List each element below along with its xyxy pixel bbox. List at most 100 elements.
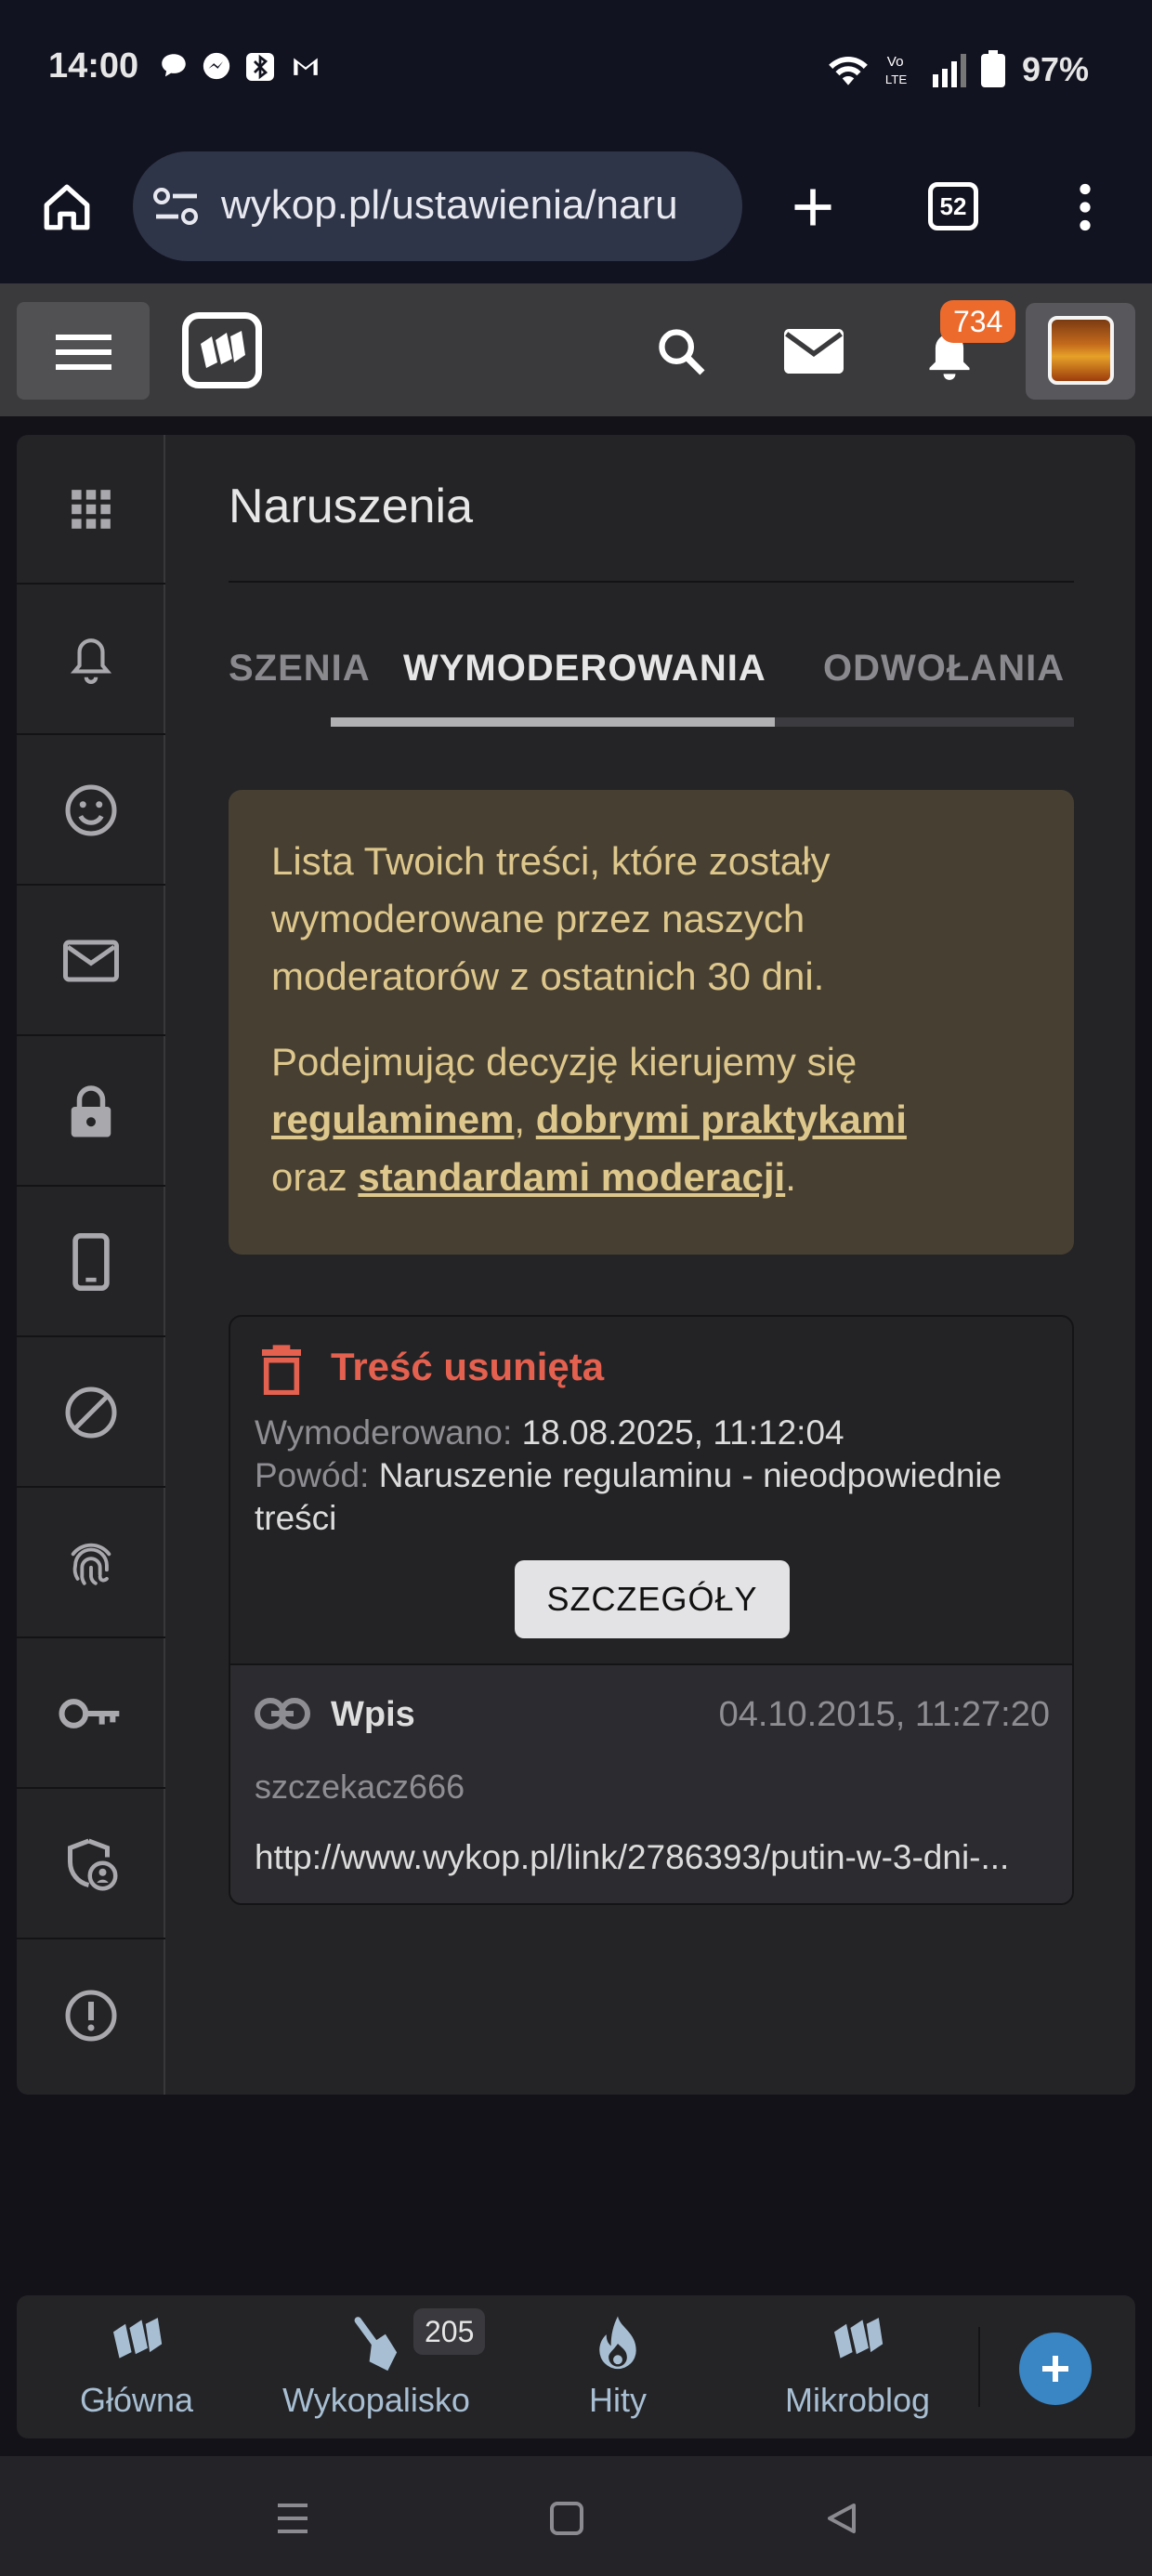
sidebar-item-password[interactable]	[17, 1037, 165, 1187]
battery-percent: 97%	[1022, 50, 1090, 88]
sidebar-item-general[interactable]	[17, 435, 165, 585]
entry-type: Wpis	[331, 1695, 415, 1734]
nav-microblog-label: Mikroblog	[784, 2381, 931, 2419]
alert-circle-icon	[65, 1990, 117, 2041]
key-icon	[59, 1698, 120, 1728]
recent-apps-button[interactable]	[260, 2486, 325, 2551]
recents-icon	[278, 2504, 308, 2533]
messenger-icon	[203, 52, 230, 80]
sidebar-item-messages[interactable]	[17, 887, 165, 1036]
info-paragraph-rules: Podejmując decyzję kierujemy się regulami…	[271, 1033, 1031, 1206]
notifications-badge: 734	[940, 300, 1016, 343]
home-button[interactable]	[28, 177, 106, 238]
sidebar-item-profile[interactable]	[17, 736, 165, 886]
shield-user-icon	[68, 1838, 118, 1890]
nav-hits[interactable]: Hity	[506, 2295, 729, 2438]
moderated-label: Wymoderowano:	[255, 1413, 513, 1452]
add-content-button[interactable]	[1019, 2333, 1092, 2405]
avatar[interactable]	[1048, 316, 1114, 385]
block-icon	[65, 1387, 117, 1438]
reason-label: Powód:	[255, 1456, 370, 1494]
nav-home-label: Główna	[79, 2381, 194, 2419]
violations-tabs: SZENIA WYMODEROWANIA ODWOŁANIA	[229, 641, 1074, 716]
wykop-logo[interactable]	[182, 312, 262, 388]
menu-button[interactable]	[17, 302, 150, 400]
mail-outline-icon	[63, 940, 119, 981]
system-back-button[interactable]	[808, 2486, 873, 2551]
bluetooth-app-icon	[246, 53, 274, 81]
entry-author[interactable]: szczekacz666	[255, 1768, 465, 1807]
rules-link[interactable]: regulaminem	[271, 1097, 514, 1141]
more-vert-icon	[1080, 183, 1091, 231]
nav-home[interactable]: Główna	[25, 2295, 248, 2438]
url-text[interactable]: wykop.pl/ustawienia/naru	[221, 182, 741, 230]
info-text: .	[785, 1155, 796, 1199]
sidebar-item-blocked[interactable]	[17, 1338, 165, 1488]
moderation-standards-link[interactable]: standardami moderacji	[358, 1155, 785, 1199]
info-paragraph: Lista Twoich treści, które zostały wymod…	[271, 839, 831, 998]
sidebar-item-notifications[interactable]	[17, 585, 165, 735]
sidebar-item-api-keys[interactable]	[17, 1639, 165, 1789]
info-text: oraz	[271, 1155, 347, 1199]
moderation-card: Treść usunięta Wymoderowano: 18.08.2025,…	[229, 1315, 1074, 1905]
signal-icons: Vo LTE	[825, 50, 1005, 87]
tabs-scroll-thumb[interactable]	[331, 717, 775, 727]
phone-icon	[72, 1232, 110, 1291]
system-home-button[interactable]	[534, 2486, 599, 2551]
entry-content[interactable]: http://www.wykop.pl/link/2786393/putin-w…	[255, 1838, 1054, 1877]
nav-hits-label: Hity	[589, 2381, 647, 2419]
home-icon	[44, 184, 90, 230]
title-divider	[229, 581, 1074, 583]
wykop-logo-icon	[201, 331, 245, 368]
messages-button[interactable]	[776, 316, 852, 387]
sidebar-item-devices[interactable]	[17, 1188, 165, 1337]
good-practices-link[interactable]: dobrymi praktykami	[536, 1097, 907, 1141]
bell-outline-icon	[70, 637, 112, 684]
square-home-icon	[550, 2502, 583, 2535]
details-button[interactable]: SZCZEGÓŁY	[515, 1560, 790, 1638]
grid-icon	[72, 489, 111, 529]
microblog-icon	[834, 2318, 884, 2359]
battery-icon	[981, 50, 1005, 87]
info-text: ,	[514, 1097, 526, 1141]
moderated-entry[interactable]: Wpis 04.10.2015, 11:27:20 szczekacz666 h…	[230, 1663, 1072, 1903]
flame-icon	[599, 2316, 636, 2370]
site-settings-icon[interactable]	[152, 186, 201, 229]
back-icon	[828, 2504, 856, 2533]
nav-separator	[978, 2327, 980, 2407]
nav-discover-label: Wykopalisko	[282, 2381, 470, 2419]
gmail-icon	[294, 58, 318, 75]
info-text: Podejmując decyzję kierujemy się	[271, 1040, 857, 1084]
mail-icon	[784, 329, 844, 374]
search-icon	[659, 329, 705, 375]
entry-date: 04.10.2015, 11:27:20	[718, 1695, 1050, 1734]
volte-icon: Vo LTE	[885, 54, 908, 86]
svg-text:Vo: Vo	[887, 54, 904, 70]
moderation-card-header: Treść usunięta Wymoderowano: 18.08.2025,…	[230, 1317, 1072, 1661]
tab-switcher-button[interactable]: 52	[928, 182, 978, 230]
nav-microblog[interactable]: Mikroblog	[746, 2295, 969, 2438]
tab-moderated[interactable]: WYMODEROWANIA	[403, 648, 766, 690]
search-button[interactable]	[644, 316, 718, 387]
chat-icon	[162, 54, 186, 77]
info-box: Lista Twoich treści, które zostały wymod…	[229, 790, 1074, 1255]
trash-icon	[262, 1345, 301, 1395]
tab-reports[interactable]: SZENIA	[229, 648, 371, 690]
fingerprint-icon	[71, 1543, 111, 1585]
sidebar-item-security[interactable]	[17, 1790, 165, 1939]
moderation-title: Treść usunięta	[331, 1345, 605, 1388]
sidebar-item-privacy[interactable]	[17, 1489, 165, 1638]
moderation-reason: Powód: Naruszenie regulaminu - nieodpowi…	[255, 1454, 1054, 1540]
link-icon	[255, 1698, 310, 1729]
browser-menu-button[interactable]	[1057, 177, 1113, 238]
page-title: Naruszenia	[229, 480, 474, 533]
plus-icon	[1042, 2356, 1068, 2382]
moderated-at: Wymoderowano: 18.08.2025, 11:12:04	[255, 1412, 1054, 1454]
new-tab-button[interactable]	[782, 177, 844, 238]
discover-count-badge: 205	[413, 2308, 486, 2355]
tab-appeals[interactable]: ODWOŁANIA	[823, 648, 1065, 690]
sidebar-item-violations[interactable]	[17, 1940, 165, 2090]
svg-text:LTE: LTE	[885, 72, 908, 86]
hamburger-icon	[55, 334, 111, 370]
wifi-icon	[829, 57, 868, 85]
